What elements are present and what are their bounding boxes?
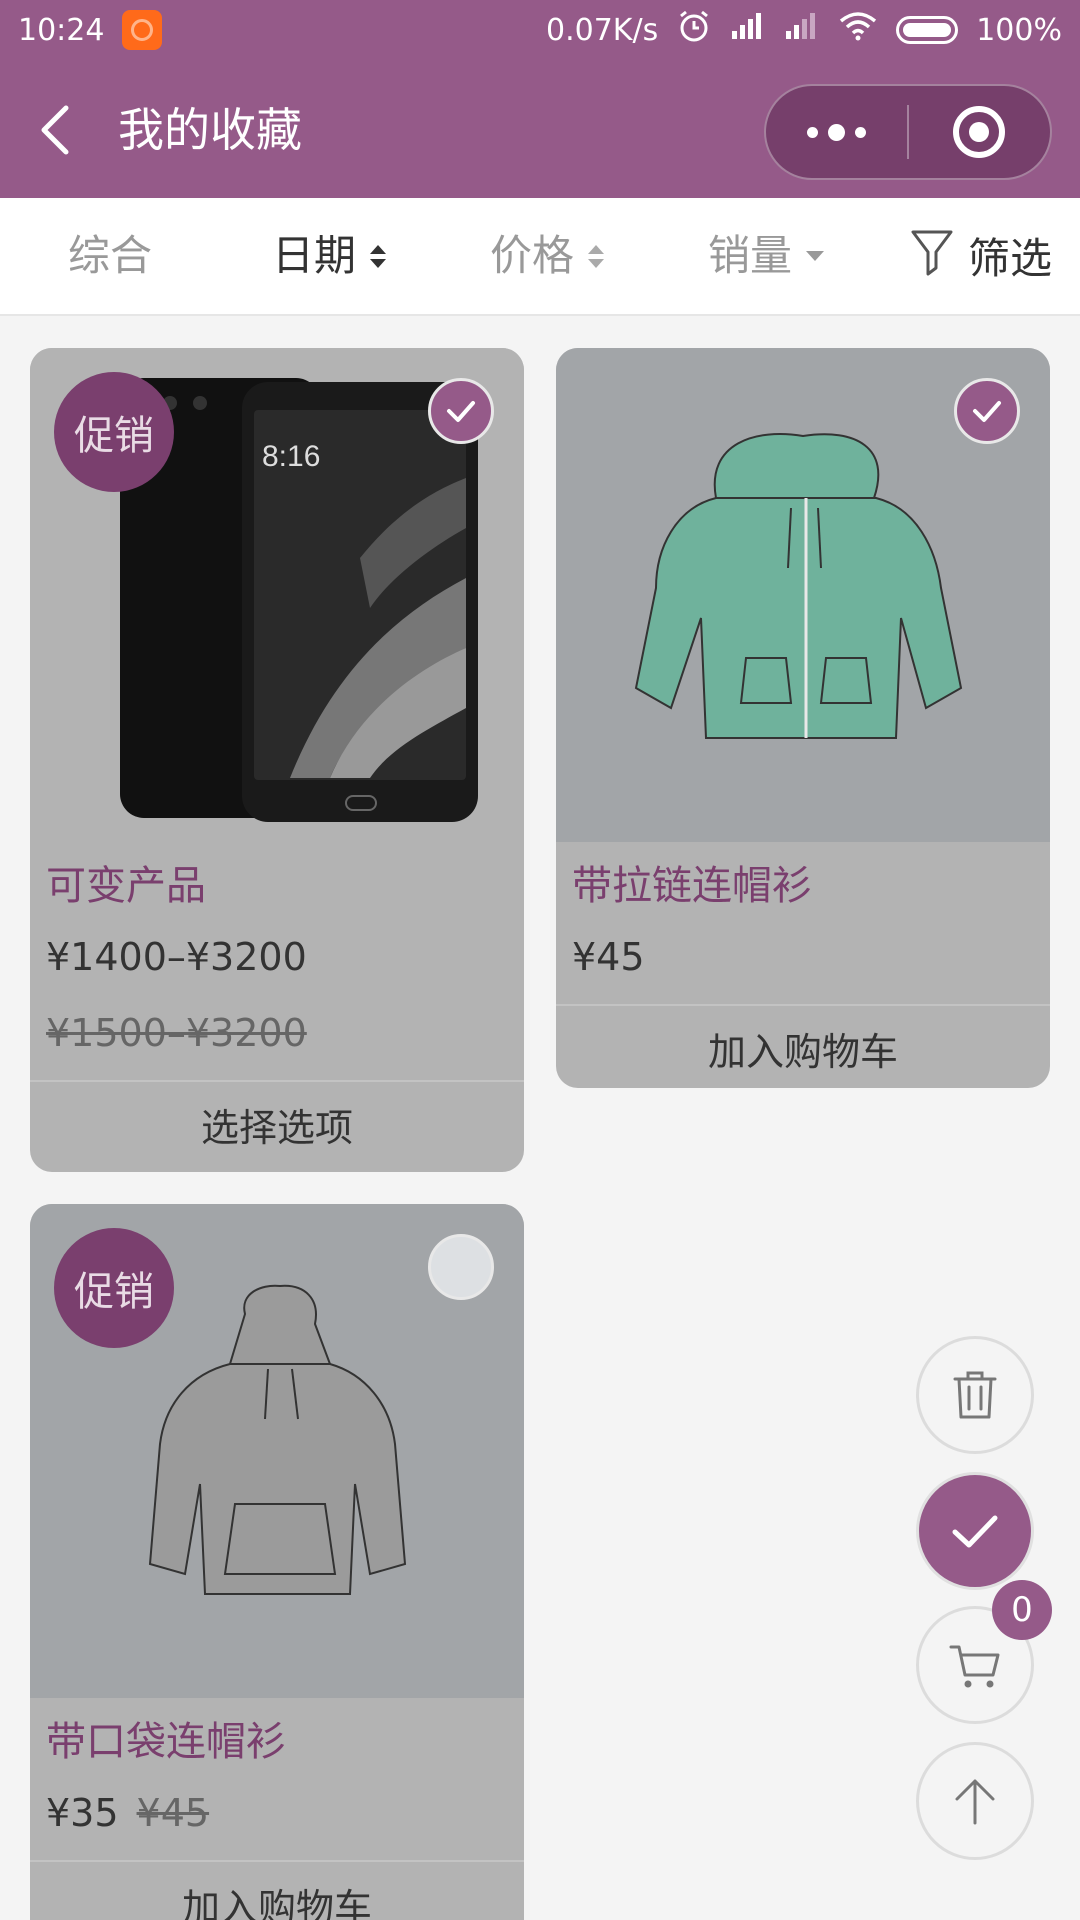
select-checkbox[interactable] bbox=[428, 1234, 494, 1300]
network-speed: 0.07K/s bbox=[546, 12, 659, 48]
battery-level: 100% bbox=[976, 12, 1062, 48]
sort-label: 销量 bbox=[708, 231, 793, 280]
product-image[interactable]: 促销 bbox=[30, 1204, 524, 1698]
status-bar: 10:24 0.07K/s 100% bbox=[0, 0, 1080, 60]
cart-count-badge: 0 bbox=[992, 1580, 1052, 1640]
chevron-left-icon bbox=[41, 105, 69, 155]
page-title: 我的收藏 bbox=[118, 103, 302, 157]
nav-bar: 我的收藏 bbox=[0, 60, 1080, 198]
product-price: ¥35 bbox=[46, 1791, 119, 1835]
sort-label: 综合 bbox=[68, 231, 153, 280]
sort-price[interactable]: 价格 bbox=[490, 228, 605, 284]
signal-icon bbox=[730, 11, 766, 49]
sort-label: 日期 bbox=[272, 231, 357, 280]
confirm-button[interactable] bbox=[916, 1472, 1034, 1590]
promo-badge: 促销 bbox=[54, 1228, 174, 1348]
sort-label: 价格 bbox=[490, 231, 575, 280]
filter-button[interactable]: 筛选 bbox=[910, 228, 1052, 290]
product-price: ¥45 bbox=[572, 935, 645, 979]
sort-comprehensive[interactable]: 综合 bbox=[68, 228, 152, 284]
back-button[interactable] bbox=[30, 100, 90, 160]
select-checkbox[interactable] bbox=[428, 378, 494, 444]
sort-sales[interactable]: 销量 bbox=[708, 228, 825, 284]
product-image[interactable] bbox=[556, 348, 1050, 842]
product-name[interactable]: 可变产品 bbox=[30, 842, 524, 914]
promo-badge: 促销 bbox=[54, 372, 174, 492]
svg-text:8:16: 8:16 bbox=[262, 440, 320, 473]
battery-icon bbox=[896, 16, 959, 44]
product-name[interactable]: 带口袋连帽衫 bbox=[30, 1698, 524, 1770]
product-card[interactable]: 促销 带口袋连帽衫 ¥35 ¥45 加入购物车 bbox=[30, 1204, 524, 1920]
delete-button[interactable] bbox=[916, 1336, 1034, 1454]
app-notification-icon bbox=[122, 10, 163, 50]
wifi-icon bbox=[838, 11, 878, 49]
select-options-button[interactable]: 选择选项 bbox=[30, 1080, 524, 1166]
sort-date[interactable]: 日期 bbox=[272, 228, 387, 284]
more-button[interactable] bbox=[766, 84, 907, 180]
check-icon bbox=[952, 1515, 998, 1548]
close-mini-program-button[interactable] bbox=[909, 84, 1050, 180]
product-name[interactable]: 带拉链连帽衫 bbox=[556, 842, 1050, 914]
product-old-price: ¥45 bbox=[136, 1791, 210, 1835]
mini-program-capsule bbox=[764, 84, 1052, 180]
caret-down-icon bbox=[806, 251, 825, 261]
product-card[interactable]: 8:16 促销 可变产品 ¥1400–¥3200 ¥1500–¥3200 选择选… bbox=[30, 348, 524, 1172]
signal-2-icon bbox=[784, 11, 820, 49]
sort-arrows-icon bbox=[588, 244, 605, 268]
select-checkbox[interactable] bbox=[954, 378, 1020, 444]
product-price: ¥1400–¥3200 bbox=[46, 935, 307, 979]
add-to-cart-button[interactable]: 加入购物车 bbox=[556, 1004, 1050, 1088]
product-card[interactable]: 带拉链连帽衫 ¥45 加入购物车 bbox=[556, 348, 1050, 1088]
check-icon bbox=[973, 401, 1001, 422]
cart-icon bbox=[949, 1645, 1000, 1688]
check-icon bbox=[447, 401, 475, 422]
arrow-up-icon bbox=[955, 1779, 995, 1825]
trash-icon bbox=[953, 1371, 997, 1419]
sort-arrows-icon bbox=[370, 244, 387, 268]
product-image[interactable]: 8:16 促销 bbox=[30, 348, 524, 842]
target-icon bbox=[953, 106, 1006, 158]
status-time: 10:24 bbox=[18, 12, 105, 48]
filter-icon bbox=[910, 228, 954, 290]
alarm-icon bbox=[676, 8, 712, 52]
filter-label: 筛选 bbox=[968, 234, 1053, 283]
sort-bar: 综合 日期 价格 销量 筛选 bbox=[0, 198, 1080, 316]
product-old-price: ¥1500–¥3200 bbox=[46, 1011, 307, 1055]
add-to-cart-button[interactable]: 加入购物车 bbox=[30, 1860, 524, 1920]
more-dots-icon bbox=[807, 123, 866, 141]
scroll-top-button[interactable] bbox=[916, 1742, 1034, 1860]
product-price-row: ¥35 ¥45 bbox=[30, 1770, 524, 1838]
